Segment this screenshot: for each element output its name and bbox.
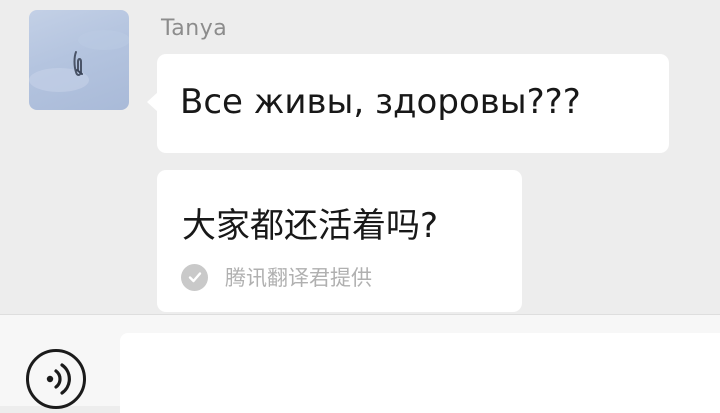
translation-provider: 腾讯翻译君提供 [181,262,372,292]
voice-button[interactable] [26,349,86,409]
sender-name: Tanya [161,16,228,41]
input-bar [0,314,720,413]
provider-label: 腾讯翻译君提供 [225,266,372,290]
translation-text: 大家都还活着吗? [182,206,439,246]
avatar[interactable] [29,10,129,110]
bubble-tail [147,92,158,112]
chat-area: Tanya Все живы, здоровы??? 大家都还活着吗? 腾讯翻译… [0,0,720,314]
message-input[interactable] [120,333,720,413]
voice-icon [46,363,71,395]
translation-bubble[interactable]: 大家都还活着吗? 腾讯翻译君提供 [157,170,522,312]
check-circle-icon [181,263,208,291]
message-text: Все живы, здоровы??? [180,82,581,122]
avatar-image [29,30,129,92]
message-bubble[interactable]: Все живы, здоровы??? [147,54,669,153]
